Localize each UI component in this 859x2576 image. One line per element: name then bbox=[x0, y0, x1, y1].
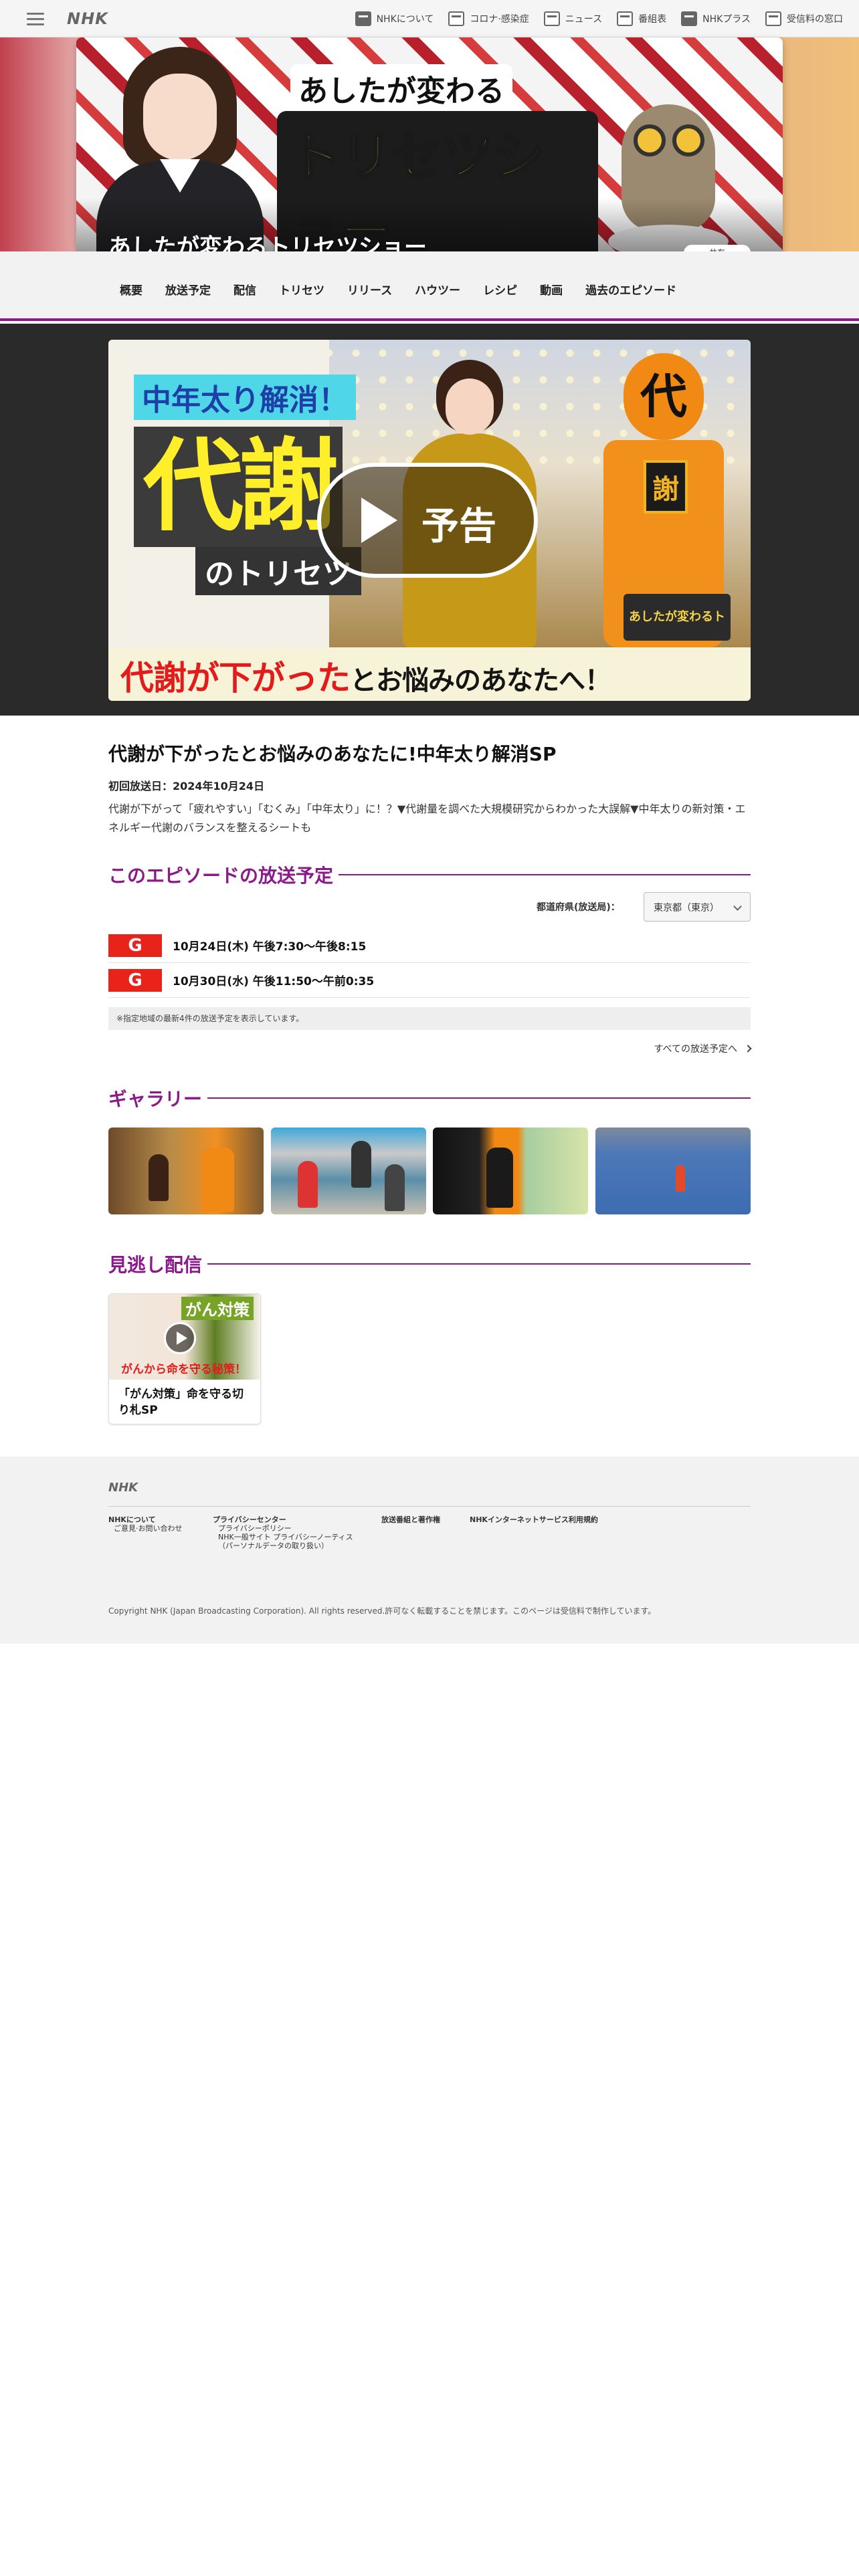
footer-link[interactable]: ご意見·お問い合わせ bbox=[108, 1524, 183, 1533]
prefecture-label: 都道府県(放送局)： bbox=[537, 902, 620, 913]
program-nav-area: 概要 放送予定 配信 トリセツ リリース ハウツー レシピ 動画 過去のエピソー… bbox=[0, 251, 859, 321]
footer-col-terms: NHKインターネットサービス利用規約 bbox=[470, 1515, 598, 1524]
video-caption-red: 代謝が下がった bbox=[120, 659, 351, 697]
footer-link[interactable]: 放送番組と著作権 bbox=[381, 1515, 440, 1524]
schedule-time: 10月24日(木) 午後7:30〜午後8:15 bbox=[173, 940, 367, 954]
program-hero-image: あしたが変わる トリセツショー あしたが変わるトリセツショー 共有 bbox=[76, 37, 783, 270]
play-icon bbox=[361, 498, 397, 543]
footer-link[interactable]: （パーソナルデータの取り扱い） bbox=[213, 1541, 353, 1550]
tv-icon bbox=[765, 11, 781, 26]
vod-title: 「がん対策」命を守る切り札SP bbox=[118, 1388, 244, 1417]
nav-item-howto[interactable]: ハウツー bbox=[403, 281, 472, 298]
nav-item-video[interactable]: 動画 bbox=[529, 281, 574, 298]
footer-link[interactable]: プライバシーセンター bbox=[213, 1515, 353, 1524]
gallery-item[interactable] bbox=[270, 1128, 426, 1214]
nav-item-release[interactable]: リリース bbox=[336, 281, 403, 298]
header-link-fee[interactable]: 受信料の窓口 bbox=[765, 11, 843, 26]
nav-item-recipe[interactable]: レシピ bbox=[472, 281, 529, 298]
schedule-heading: このエピソードの放送予定 bbox=[108, 861, 751, 888]
header-link-schedule[interactable]: 番組表 bbox=[617, 11, 666, 26]
gallery-item[interactable] bbox=[108, 1128, 264, 1214]
menu-icon[interactable] bbox=[27, 9, 44, 28]
nav-item-streaming[interactable]: 配信 bbox=[222, 281, 268, 298]
header-link-label: ニュース bbox=[565, 14, 603, 25]
nav-item-overview[interactable]: 概要 bbox=[108, 281, 154, 298]
header-links: NHKについて コロナ·感染症 ニュース 番組表 NHKプラス 受信料の窓口 bbox=[341, 0, 843, 37]
footer-nhk-logo[interactable]: NHK bbox=[108, 1481, 138, 1495]
vod-card[interactable]: がん対策 がんから命を守る秘策！ 「がん対策」命を守る切り札SP bbox=[108, 1293, 261, 1424]
header-link-plus[interactable]: NHKプラス bbox=[681, 11, 751, 26]
header-link-label: コロナ·感染症 bbox=[470, 14, 529, 25]
schedule-note: ※指定地域の最新4件の放送予定を表示しています。 bbox=[108, 1007, 751, 1030]
header-link-label: 受信料の窓口 bbox=[787, 14, 843, 25]
program-logo-top: あしたが変わる bbox=[290, 64, 512, 112]
header-link-label: NHKプラス bbox=[702, 14, 751, 25]
video-caption: 代謝が下がったとお悩みのあなたへ！ bbox=[108, 647, 751, 701]
virus-icon bbox=[448, 11, 465, 26]
nav-item-past-episodes[interactable]: 過去のエピソード bbox=[574, 281, 688, 298]
header-link-about[interactable]: NHKについて bbox=[355, 11, 434, 26]
header-link-corona[interactable]: コロナ·感染症 bbox=[448, 11, 529, 26]
footer-col-about: NHKについて ご意見·お問い合わせ bbox=[108, 1515, 183, 1533]
footer-link[interactable]: NHK一般サイト プライバシーノーティス bbox=[213, 1533, 353, 1541]
footer-link[interactable]: NHKインターネットサービス利用規約 bbox=[470, 1515, 598, 1524]
grid-icon bbox=[617, 11, 634, 26]
gallery-heading-text: ギャラリー bbox=[108, 1088, 203, 1110]
trailer-video[interactable]: 中年太り解消！ 代謝 のトリセツ 代 謝 あしたが変わるトリセツショー 代謝が下… bbox=[108, 340, 751, 701]
chevron-down-icon bbox=[733, 902, 742, 911]
vod-thumbnail: がん対策 がんから命を守る秘策！ bbox=[109, 1294, 260, 1380]
all-schedule-link[interactable]: すべての放送予定へ bbox=[654, 1042, 752, 1055]
first-air-date: 初回放送日：2024年10月24日 bbox=[108, 780, 265, 792]
vod-thumb-sub: がんから命を守る秘策！ bbox=[121, 1363, 246, 1376]
video-tag-big: 代謝 bbox=[134, 427, 343, 547]
nav-item-torisetsu[interactable]: トリセツ bbox=[268, 281, 336, 298]
news-icon bbox=[543, 11, 560, 26]
site-footer: NHK NHKについて ご意見·お問い合わせ プライバシーセンター プライバシー… bbox=[0, 1457, 859, 1644]
channel-badge: G bbox=[108, 968, 162, 992]
chevron-right-icon bbox=[744, 1045, 752, 1053]
program-nav: 概要 放送予定 配信 トリセツ リリース ハウツー レシピ 動画 過去のエピソー… bbox=[108, 281, 688, 298]
video-tag-top: 中年太り解消！ bbox=[134, 374, 356, 420]
vod-heading: 見逃し配信 bbox=[108, 1251, 751, 1277]
gallery-item[interactable] bbox=[433, 1128, 589, 1214]
site-header: NHK NHKについて コロナ·感染症 ニュース 番組表 NHKプラス 受信料の… bbox=[0, 0, 859, 37]
footer-col-privacy: プライバシーセンター プライバシーポリシー NHK一般サイト プライバシーノーテ… bbox=[213, 1515, 353, 1550]
gallery-item[interactable] bbox=[595, 1128, 751, 1214]
vod-thumb-badge: がん対策 bbox=[181, 1297, 254, 1320]
schedule-row: G 10月24日(木) 午後7:30〜午後8:15 bbox=[108, 928, 751, 963]
mascot-head-text: 代 bbox=[624, 353, 704, 440]
plus-icon bbox=[681, 11, 698, 26]
nhk-logo[interactable]: NHK bbox=[67, 9, 108, 28]
episode-title: 代謝が下がったとお悩みのあなたに!中年太り解消SP bbox=[108, 743, 557, 765]
nhk-icon bbox=[355, 11, 371, 26]
header-link-label: 番組表 bbox=[638, 14, 667, 25]
vod-heading-text: 見逃し配信 bbox=[108, 1254, 203, 1276]
header-link-label: NHKについて bbox=[376, 14, 434, 25]
footer-link[interactable]: プライバシーポリシー bbox=[213, 1524, 353, 1533]
play-label: 予告 bbox=[421, 505, 496, 548]
schedule-time: 10月30日(水) 午後11:50〜午前0:35 bbox=[173, 975, 375, 988]
play-icon bbox=[164, 1322, 196, 1354]
footer-col-copyright: 放送番組と著作権 bbox=[381, 1515, 440, 1524]
episode-description: 代謝が下がって「疲れやすい」「むくみ」「中年太り」に！？▼代謝量を調べた大規模研… bbox=[108, 802, 746, 834]
video-section: 中年太り解消！ 代謝 のトリセツ 代 謝 あしたが変わるトリセツショー 代謝が下… bbox=[0, 324, 859, 716]
schedule-heading-text: このエピソードの放送予定 bbox=[108, 865, 334, 887]
video-program-logo: あしたが変わるトリセツショー bbox=[624, 594, 731, 671]
prefecture-value: 東京都（東京） bbox=[654, 903, 719, 914]
header-link-news[interactable]: ニュース bbox=[543, 11, 603, 26]
gallery-heading: ギャラリー bbox=[108, 1085, 751, 1111]
channel-badge: G bbox=[108, 934, 162, 957]
gallery-list bbox=[108, 1128, 751, 1216]
play-button[interactable]: 予告 bbox=[317, 463, 538, 578]
prefecture-select[interactable]: 東京都（東京） bbox=[644, 892, 751, 922]
video-caption-black: とお悩みのあなたへ！ bbox=[350, 665, 611, 696]
footer-link[interactable]: NHKについて bbox=[108, 1515, 183, 1524]
mascot-badge-text: 謝 bbox=[644, 460, 688, 514]
copyright-text: Copyright NHK (Japan Broadcasting Corpor… bbox=[108, 1606, 656, 1616]
all-schedule-label: すべての放送予定へ bbox=[654, 1044, 737, 1055]
schedule-row: G 10月30日(水) 午後11:50〜午前0:35 bbox=[108, 963, 751, 998]
nav-item-schedule[interactable]: 放送予定 bbox=[154, 281, 222, 298]
